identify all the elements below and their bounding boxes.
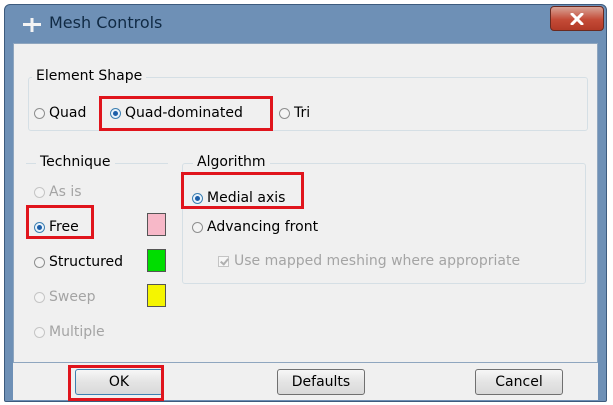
- radio-multiple[interactable]: Multiple: [34, 324, 105, 340]
- sweep-color-swatch: [147, 284, 166, 307]
- radio-as-is-label: As is: [49, 184, 82, 200]
- mesh-controls-dialog: Mesh Controls Element Shape Quad Quad-do…: [4, 4, 607, 402]
- algorithm-legend: Algorithm: [193, 154, 270, 170]
- radio-sweep[interactable]: Sweep: [34, 289, 95, 305]
- radio-free-label: Free: [49, 219, 79, 235]
- structured-color-swatch: [147, 249, 166, 272]
- radio-advancing-front[interactable]: Advancing front: [192, 219, 318, 235]
- dialog-body: Element Shape Quad Quad-dominated Tri Te…: [13, 43, 598, 363]
- element-shape-group: [28, 77, 588, 131]
- radio-structured-label: Structured: [49, 254, 124, 270]
- radio-quad[interactable]: Quad: [34, 105, 86, 121]
- radio-structured-indicator[interactable]: [34, 256, 45, 268]
- radio-quad-dominated-label: Quad-dominated: [125, 105, 243, 121]
- radio-medial-axis-indicator[interactable]: [192, 192, 203, 204]
- radio-medial-axis[interactable]: Medial axis: [192, 190, 285, 206]
- radio-free[interactable]: Free: [34, 219, 79, 235]
- radio-sweep-indicator[interactable]: [34, 291, 45, 303]
- ok-button[interactable]: OK: [75, 369, 163, 395]
- radio-quad-label: Quad: [49, 105, 87, 121]
- radio-multiple-label: Multiple: [49, 324, 105, 340]
- radio-advancing-front-indicator[interactable]: [192, 221, 203, 233]
- mapped-meshing-label: Use mapped meshing where appropriate: [234, 253, 521, 269]
- radio-quad-indicator[interactable]: [34, 107, 45, 119]
- element-shape-legend: Element Shape: [32, 68, 147, 84]
- radio-structured[interactable]: Structured: [34, 254, 123, 270]
- mesh-app-icon: [23, 18, 41, 32]
- defaults-button[interactable]: Defaults: [277, 369, 365, 395]
- close-button[interactable]: [550, 6, 604, 31]
- radio-advancing-front-label: Advancing front: [207, 219, 319, 235]
- free-color-swatch: [147, 213, 166, 236]
- close-icon: [570, 12, 584, 25]
- radio-tri-label: Tri: [294, 105, 311, 121]
- radio-quad-dominated[interactable]: Quad-dominated: [110, 105, 243, 121]
- radio-multiple-indicator[interactable]: [34, 326, 45, 338]
- button-bar: OK Defaults Cancel: [13, 363, 598, 400]
- title-bar[interactable]: Mesh Controls: [5, 5, 606, 43]
- mapped-meshing-checkbox[interactable]: Use mapped meshing where appropriate: [218, 253, 520, 269]
- radio-tri-indicator[interactable]: [279, 107, 290, 119]
- cancel-button[interactable]: Cancel: [475, 369, 563, 395]
- radio-tri[interactable]: Tri: [279, 105, 310, 121]
- radio-sweep-label: Sweep: [49, 289, 96, 305]
- radio-free-indicator[interactable]: [34, 221, 45, 233]
- mapped-meshing-check-indicator[interactable]: [218, 255, 229, 267]
- radio-as-is-indicator[interactable]: [34, 186, 45, 198]
- radio-as-is[interactable]: As is: [34, 184, 82, 200]
- technique-legend: Technique: [36, 154, 115, 170]
- radio-medial-axis-label: Medial axis: [207, 190, 286, 206]
- window-title: Mesh Controls: [49, 13, 163, 32]
- radio-quad-dominated-indicator[interactable]: [110, 107, 121, 119]
